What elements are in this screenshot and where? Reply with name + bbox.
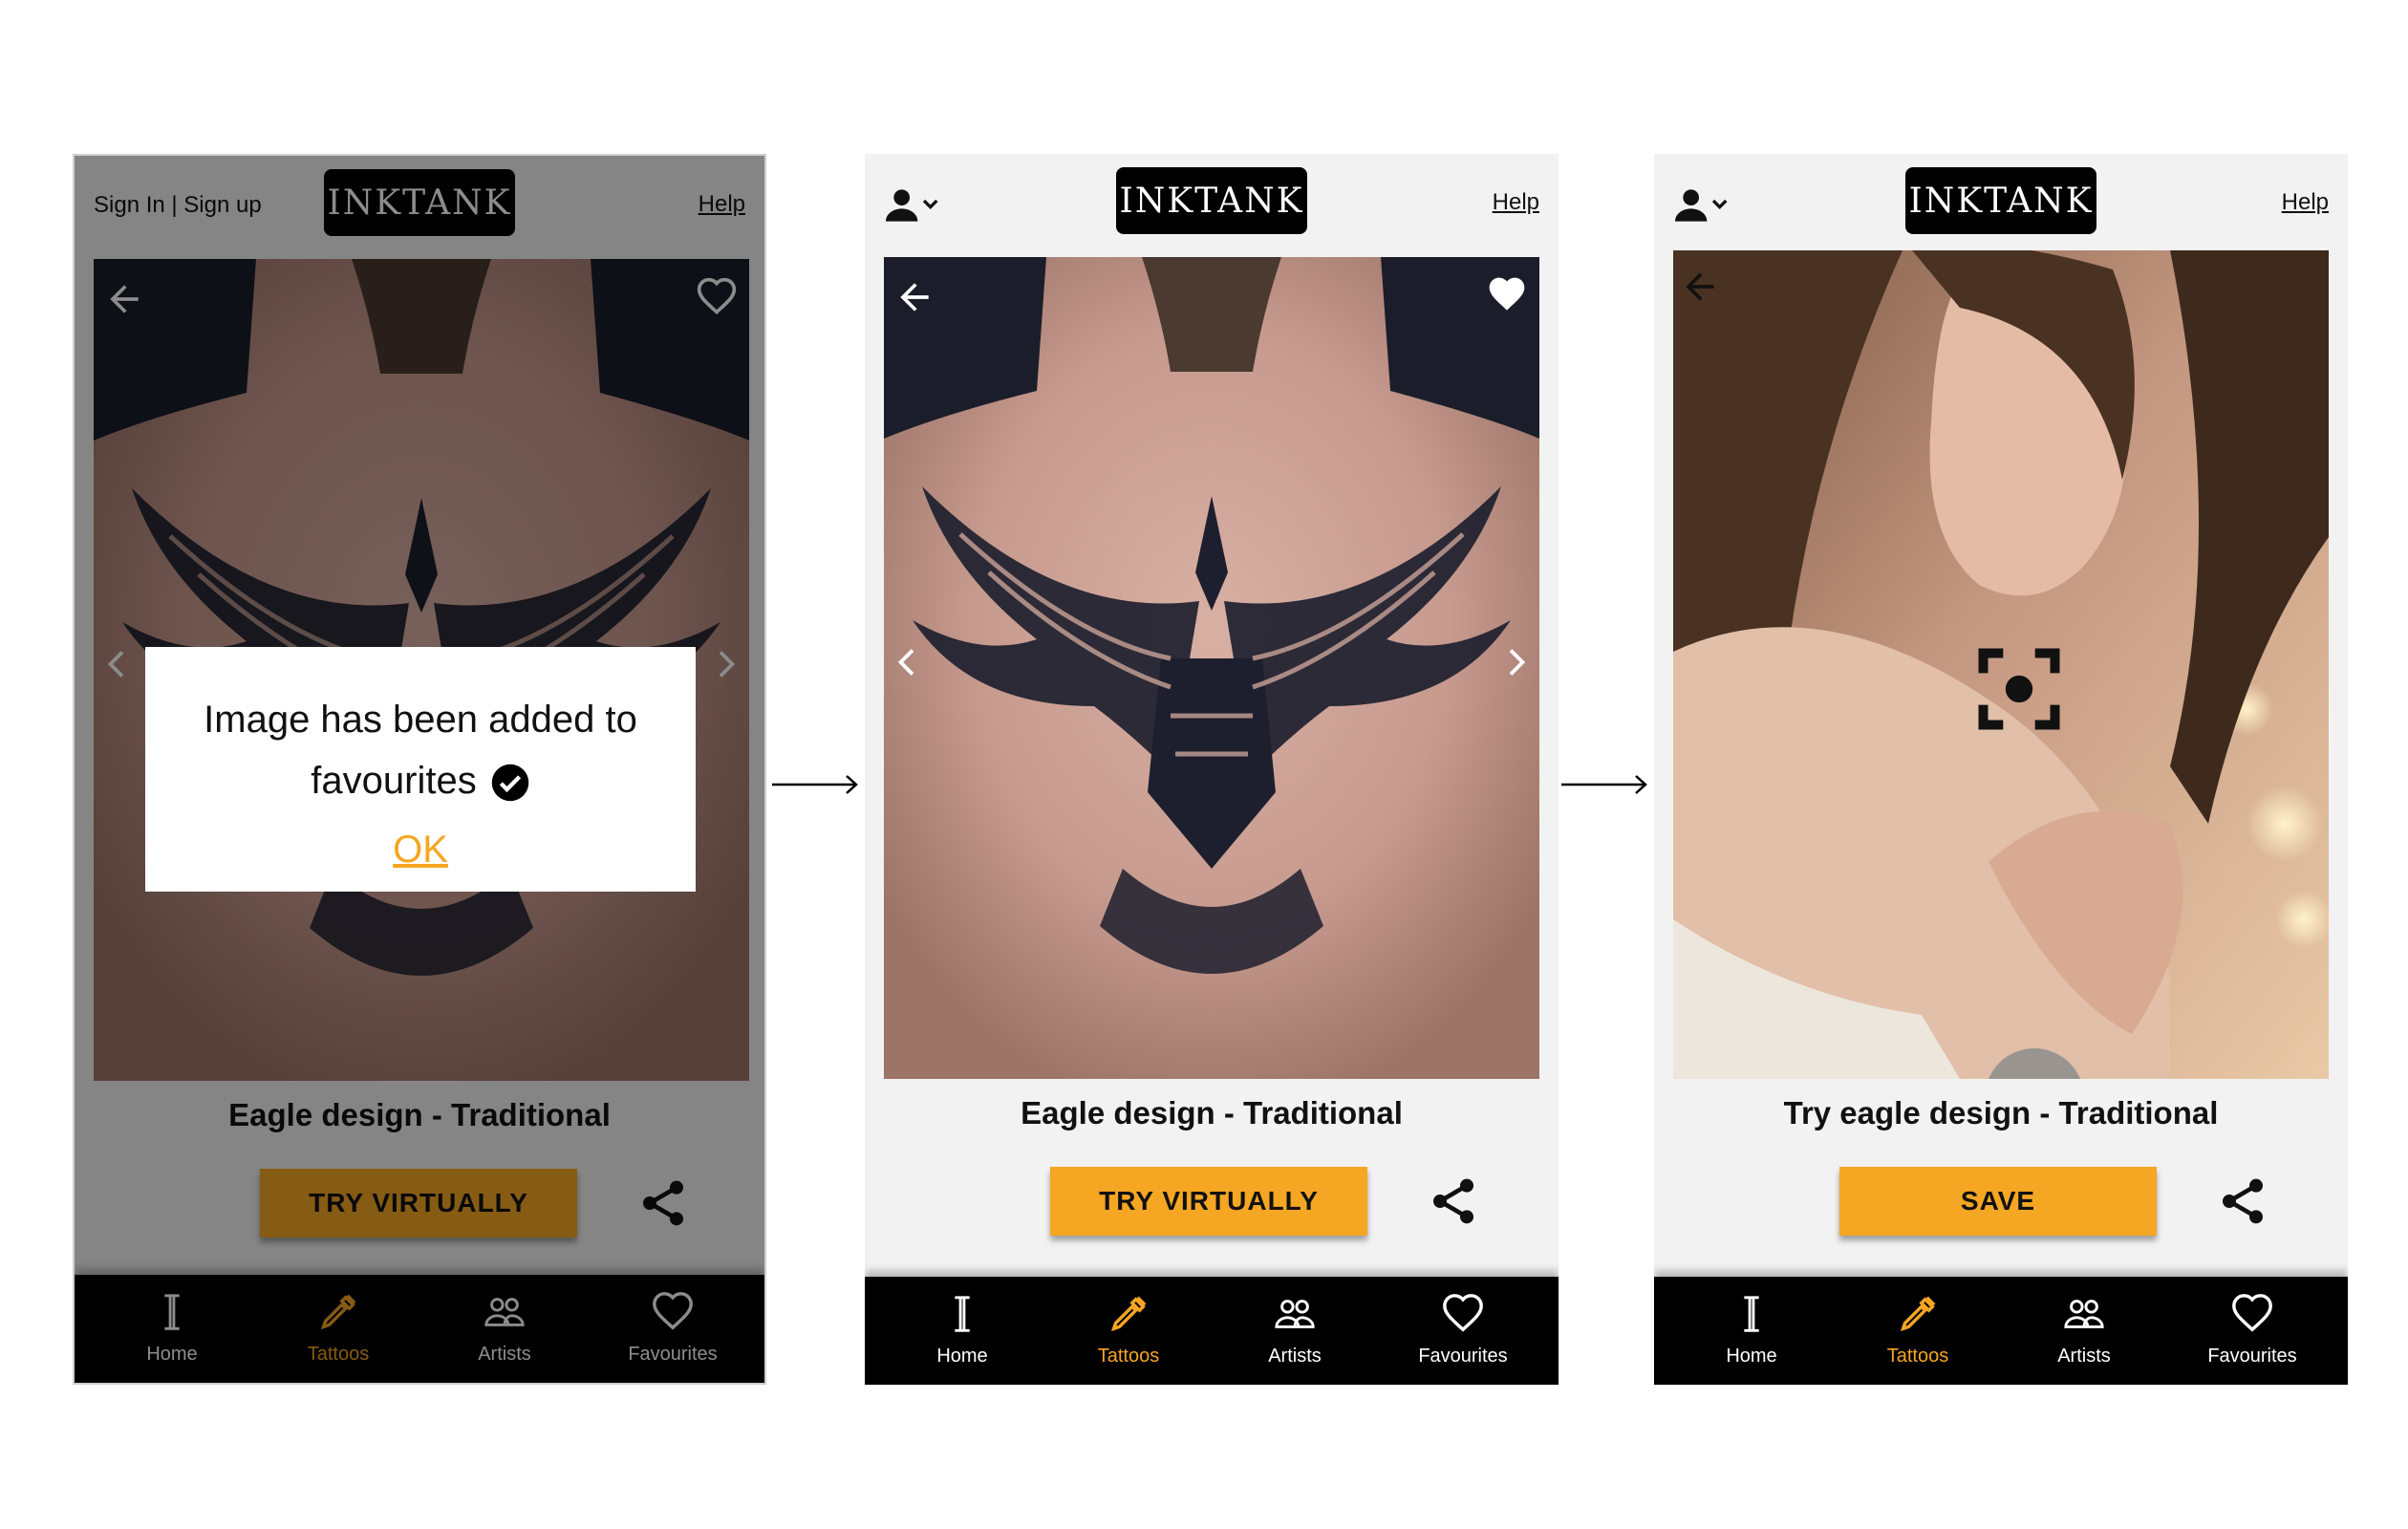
flow-arrow-icon [772,775,858,794]
dialog-message-line1: Image has been added to [204,699,637,741]
favourites-dialog: Image has been added to favourites OK [145,647,696,892]
tattoo-pen-icon [1900,1296,1936,1332]
try-virtually-button[interactable]: TRY VIRTUALLY [1050,1167,1367,1236]
nav-tattoos-label: Tattoos [1097,1346,1160,1367]
favourites-heart-icon [1443,1294,1483,1332]
share-icon[interactable] [1427,1173,1480,1230]
app-logo[interactable]: INKTANK [1116,167,1307,234]
nav-favourites-label: Favourites [1418,1346,1508,1367]
nav-home[interactable]: Home [878,1277,1046,1385]
nav-tattoos[interactable]: Tattoos [1044,1277,1213,1385]
artists-icon [1275,1300,1315,1328]
heart-filled-icon[interactable] [1486,274,1528,316]
nav-artists[interactable]: Artists [2000,1277,2168,1385]
design-title: Try eagle design - Traditional [1783,1095,2219,1131]
screen-try-virtually: INKTANK Help Try eagle design - Traditio… [1654,154,2348,1385]
share-icon[interactable] [2216,1173,2269,1230]
user-menu-icon[interactable] [1675,186,1732,225]
design-title: Eagle design - Traditional [1021,1095,1403,1131]
nav-favourites-label: Favourites [2207,1346,2297,1367]
nav-favourites[interactable]: Favourites [1379,1277,1547,1385]
back-arrow-icon[interactable] [893,276,935,318]
nav-favourites[interactable]: Favourites [2168,1277,2336,1385]
camera-icon [2006,1071,2063,1079]
bottom-nav: Home Tattoos Artists Favourites [1654,1277,2348,1385]
artists-icon [2064,1300,2104,1328]
user-menu-icon[interactable] [886,186,943,225]
favourites-heart-icon [2232,1294,2272,1332]
header: INKTANK Help [865,154,1559,257]
nav-home-label: Home [936,1346,988,1367]
ok-button[interactable]: OK [145,829,696,872]
app-logo[interactable]: INKTANK [1905,167,2096,234]
bottom-nav: Home Tattoos Artists Favourites [865,1277,1559,1385]
save-button[interactable]: SAVE [1839,1167,2157,1236]
nav-artists-label: Artists [1268,1346,1322,1367]
camera-preview [1673,250,2329,1079]
chevron-left-icon[interactable] [893,643,922,681]
nav-tattoos-label: Tattoos [1886,1346,1949,1367]
screen-favourite-added: Sign In | Sign up INKTANK Help Eagle des… [73,154,766,1385]
nav-home[interactable]: Home [1667,1277,1836,1385]
focus-icon [1978,648,2060,730]
header: INKTANK Help [1654,154,2348,257]
dialog-message-line2: favourites [145,760,696,803]
back-arrow-icon[interactable] [1679,266,1721,308]
nav-artists[interactable]: Artists [1211,1277,1379,1385]
tattoo-image [884,257,1539,1079]
dialog-message-line2-text: favourites [311,760,477,802]
home-icon [1744,1296,1759,1332]
help-link[interactable]: Help [1493,189,1539,216]
help-link[interactable]: Help [2282,189,2329,216]
nav-home-label: Home [1726,1346,1777,1367]
flow-arrow-icon [1561,775,1647,794]
home-icon [955,1296,970,1332]
screen-tattoo-detail: INKTANK Help Eagle design - Traditional … [865,154,1559,1385]
check-circle-icon [491,764,528,802]
nav-artists-label: Artists [2057,1346,2111,1367]
tattoo-pen-icon [1110,1296,1147,1332]
nav-tattoos[interactable]: Tattoos [1834,1277,2002,1385]
chevron-right-icon[interactable] [1501,643,1530,681]
